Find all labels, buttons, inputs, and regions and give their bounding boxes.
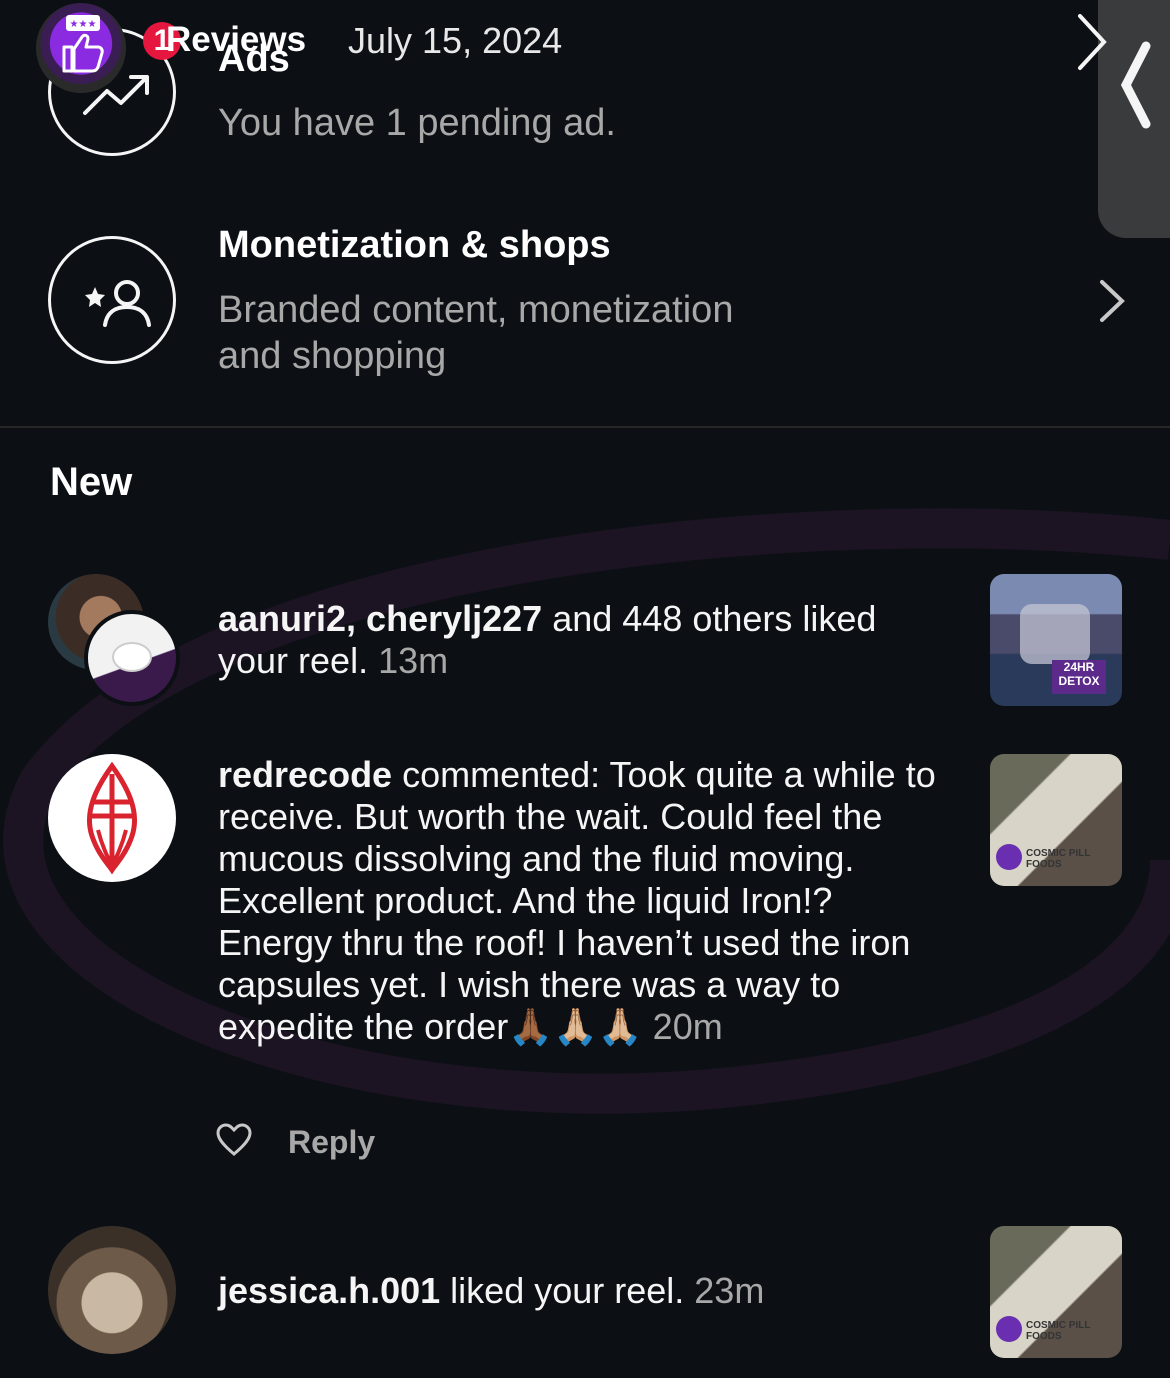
thumbnail-brand: COSMIC PILL FOODS <box>1026 1320 1091 1342</box>
username-link[interactable]: redrecode <box>218 754 392 795</box>
monetization-subtitle-line1: Branded content, monetization <box>218 289 734 331</box>
notification-likes-text[interactable]: aanuri2, cherylj227 and 448 others liked… <box>218 598 948 682</box>
avatar <box>84 610 180 706</box>
notification-like-text[interactable]: jessica.h.001 liked your reel. 23m <box>218 1270 948 1312</box>
timestamp: 13m <box>378 640 449 681</box>
ads-subtitle[interactable]: You have 1 pending ad. <box>218 100 616 146</box>
forward-chevron-icon[interactable] <box>1072 10 1112 74</box>
avatar[interactable] <box>48 754 176 882</box>
notification-comment-text[interactable]: redrecode commented: Took quite a while … <box>218 754 948 1048</box>
reply-button[interactable]: Reply <box>288 1124 375 1161</box>
chevron-right-icon[interactable] <box>1096 278 1128 324</box>
brand-logo-icon <box>996 1316 1022 1342</box>
usernames-link[interactable]: aanuri2, cherylj227 <box>218 598 542 639</box>
thumbnail-label: 24HR DETOX <box>1052 660 1106 694</box>
reviews-title: Reviews <box>166 20 307 59</box>
stacked-avatars[interactable] <box>48 574 188 709</box>
redrecode-logo-icon <box>86 761 138 875</box>
reel-thumbnail[interactable]: COSMIC PILL FOODS <box>990 754 1122 886</box>
thumbnail-brand: COSMIC PILL FOODS <box>1026 848 1091 870</box>
section-title-new: New <box>50 460 133 504</box>
username-link[interactable]: jessica.h.001 <box>218 1270 440 1311</box>
section-divider <box>0 426 1170 428</box>
timestamp: 23m <box>694 1270 765 1311</box>
timestamp: 20m <box>652 1006 723 1047</box>
heart-icon[interactable] <box>216 1122 252 1158</box>
monetization-title: Monetization & shops <box>218 224 611 266</box>
avatar[interactable] <box>48 1226 176 1354</box>
chevron-left-icon <box>1120 41 1151 129</box>
reel-thumbnail[interactable]: 24HR DETOX <box>990 574 1122 706</box>
reviews-badge-icon[interactable]: ★★★ <box>36 3 126 93</box>
notification-body: liked your reel. <box>440 1270 695 1311</box>
brand-logo-icon <box>996 844 1022 870</box>
monetization-icon <box>48 236 176 364</box>
monetization-subtitle-line2: and shopping <box>218 335 447 377</box>
svg-text:★★★: ★★★ <box>70 19 97 30</box>
reel-thumbnail[interactable]: COSMIC PILL FOODS <box>990 1226 1122 1358</box>
comment-body: commented: Took quite a while to receive… <box>218 754 936 1047</box>
date-label: July 15, 2024 <box>348 20 563 61</box>
